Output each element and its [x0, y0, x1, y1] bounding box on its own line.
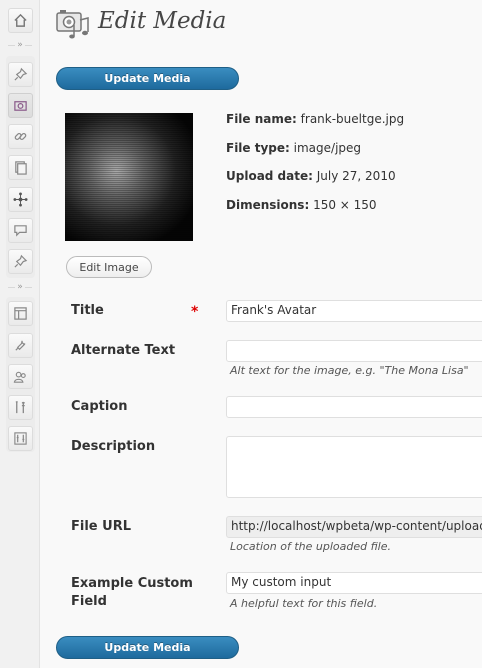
alt-text-label: Alternate Text [71, 343, 176, 358]
upload-date-value: July 27, 2010 [316, 169, 396, 183]
description-textarea[interactable] [226, 436, 482, 498]
media-icon[interactable] [8, 93, 33, 118]
file-url-label: File URL [71, 519, 131, 534]
required-indicator: * [191, 304, 199, 320]
file-url-input[interactable]: http://localhost/wpbeta/wp-content/uploa… [226, 516, 482, 538]
pin-icon[interactable] [8, 62, 33, 87]
file-name-label: File name: [226, 112, 297, 126]
appearance-icon[interactable] [8, 301, 33, 326]
dimensions-label: Dimensions: [226, 198, 310, 212]
settings-icon[interactable] [8, 426, 33, 451]
tools-icon[interactable] [8, 395, 33, 420]
title-label: Title [71, 303, 104, 318]
media-page-icon [56, 8, 90, 40]
custom-field-input[interactable]: My custom input [226, 572, 482, 594]
menu-separator[interactable]: » [6, 40, 34, 50]
caption-input[interactable] [226, 396, 482, 418]
admin-sidebar: » » [0, 0, 40, 668]
update-media-button[interactable]: Update Media [56, 67, 239, 90]
edit-image-button[interactable]: Edit Image [66, 256, 152, 278]
dimensions-row: Dimensions: 150 × 150 [226, 198, 377, 212]
file-type-label: File type: [226, 141, 290, 155]
file-type-value: image/jpeg [293, 141, 362, 155]
link-icon[interactable] [8, 124, 33, 149]
dashboard-icon[interactable] [8, 8, 33, 33]
pages-icon[interactable] [8, 155, 33, 180]
alt-text-help: Alt text for the image, e.g. "The Mona L… [230, 364, 469, 377]
dimensions-value: 150 × 150 [313, 198, 377, 212]
custom-field-label: Example Custom Field [71, 575, 193, 611]
custom-field-help: A helpful text for this field. [230, 597, 378, 610]
custom-field-label-line2: Field [71, 594, 107, 609]
users-icon[interactable] [8, 364, 33, 389]
network-icon[interactable] [8, 187, 33, 212]
update-media-button-bottom[interactable]: Update Media [56, 636, 239, 659]
media-thumbnail [65, 113, 193, 241]
plugins-icon[interactable] [8, 333, 33, 358]
description-label: Description [71, 439, 156, 454]
page-title: Edit Media [98, 8, 227, 34]
alt-text-input[interactable] [226, 340, 482, 362]
file-name-value: frank-bueltge.jpg [300, 112, 405, 126]
file-url-help: Location of the uploaded file. [230, 540, 391, 553]
file-name-row: File name: frank-bueltge.jpg [226, 112, 404, 126]
caption-label: Caption [71, 399, 128, 414]
title-input[interactable]: Frank's Avatar [226, 300, 482, 322]
upload-date-row: Upload date: July 27, 2010 [226, 169, 396, 183]
file-type-row: File type: image/jpeg [226, 141, 361, 155]
custom-field-label-line1: Example Custom [71, 576, 193, 591]
upload-date-label: Upload date: [226, 169, 313, 183]
pin-icon[interactable] [8, 249, 33, 274]
menu-separator[interactable]: » [6, 282, 34, 292]
comments-icon[interactable] [8, 218, 33, 243]
